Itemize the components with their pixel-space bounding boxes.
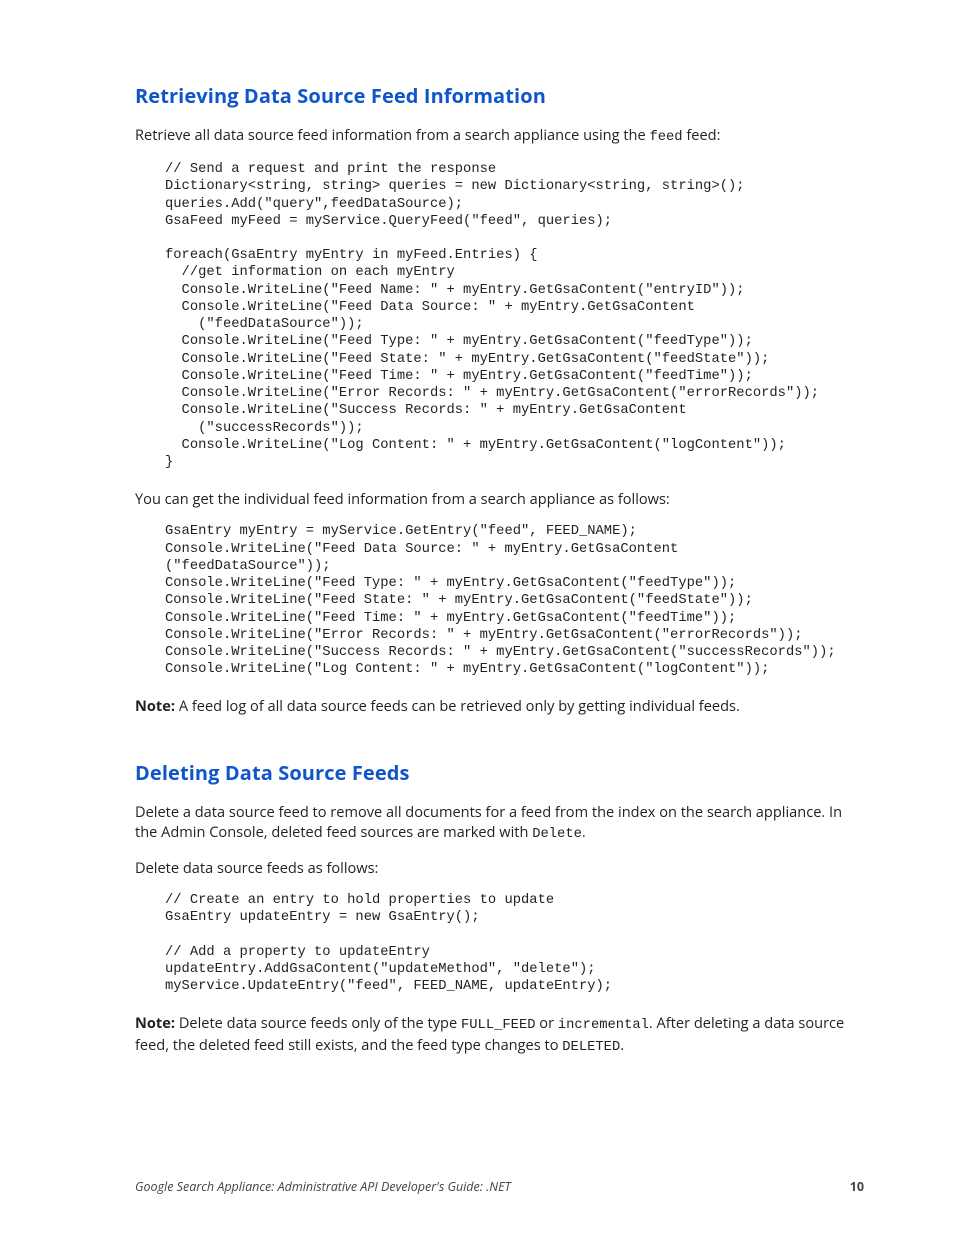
note-t2: or [536, 1013, 558, 1033]
note-label: Note: [135, 696, 175, 716]
note-retrieving: Note: A feed log of all data source feed… [135, 696, 864, 716]
note-t4: . [620, 1035, 624, 1055]
deleting-p2: Delete data source feeds as follows: [135, 858, 864, 878]
deleting-p1-pre: Delete a data source feed to remove all … [135, 802, 842, 842]
page-footer: Google Search Appliance: Administrative … [135, 1178, 864, 1195]
intro-text-post: feed: [683, 125, 721, 145]
heading-deleting: Deleting Data Source Feeds [135, 759, 864, 786]
inline-code-deleted: DELETED [562, 1040, 620, 1055]
inline-code-feed: feed [649, 130, 682, 145]
document-page: Retrieving Data Source Feed Information … [0, 0, 954, 1235]
note-deleting: Note: Delete data source feeds only of t… [135, 1013, 864, 1057]
code-block-retrieve-one: GsaEntry myEntry = myService.GetEntry("f… [165, 523, 864, 678]
code-block-delete: // Create an entry to hold properties to… [165, 892, 864, 995]
inline-code-fullfeed: FULL_FEED [461, 1018, 536, 1033]
note-text: A feed log of all data source feeds can … [175, 696, 740, 716]
deleting-p1: Delete a data source feed to remove all … [135, 802, 864, 844]
code-block-retrieve-all: // Send a request and print the response… [165, 161, 864, 471]
note-label: Note: [135, 1013, 175, 1033]
footer-page-number: 10 [850, 1178, 864, 1195]
intro-text-pre: Retrieve all data source feed informatio… [135, 125, 649, 145]
footer-title: Google Search Appliance: Administrative … [135, 1178, 511, 1195]
mid-paragraph: You can get the individual feed informat… [135, 489, 864, 509]
inline-code-delete: Delete [532, 827, 582, 842]
inline-code-incremental: incremental [558, 1018, 649, 1033]
intro-paragraph: Retrieve all data source feed informatio… [135, 125, 864, 147]
section-spacer [135, 731, 864, 759]
note-t1: Delete data source feeds only of the typ… [175, 1013, 461, 1033]
deleting-p1-post: . [582, 822, 586, 842]
heading-retrieving: Retrieving Data Source Feed Information [135, 82, 864, 109]
